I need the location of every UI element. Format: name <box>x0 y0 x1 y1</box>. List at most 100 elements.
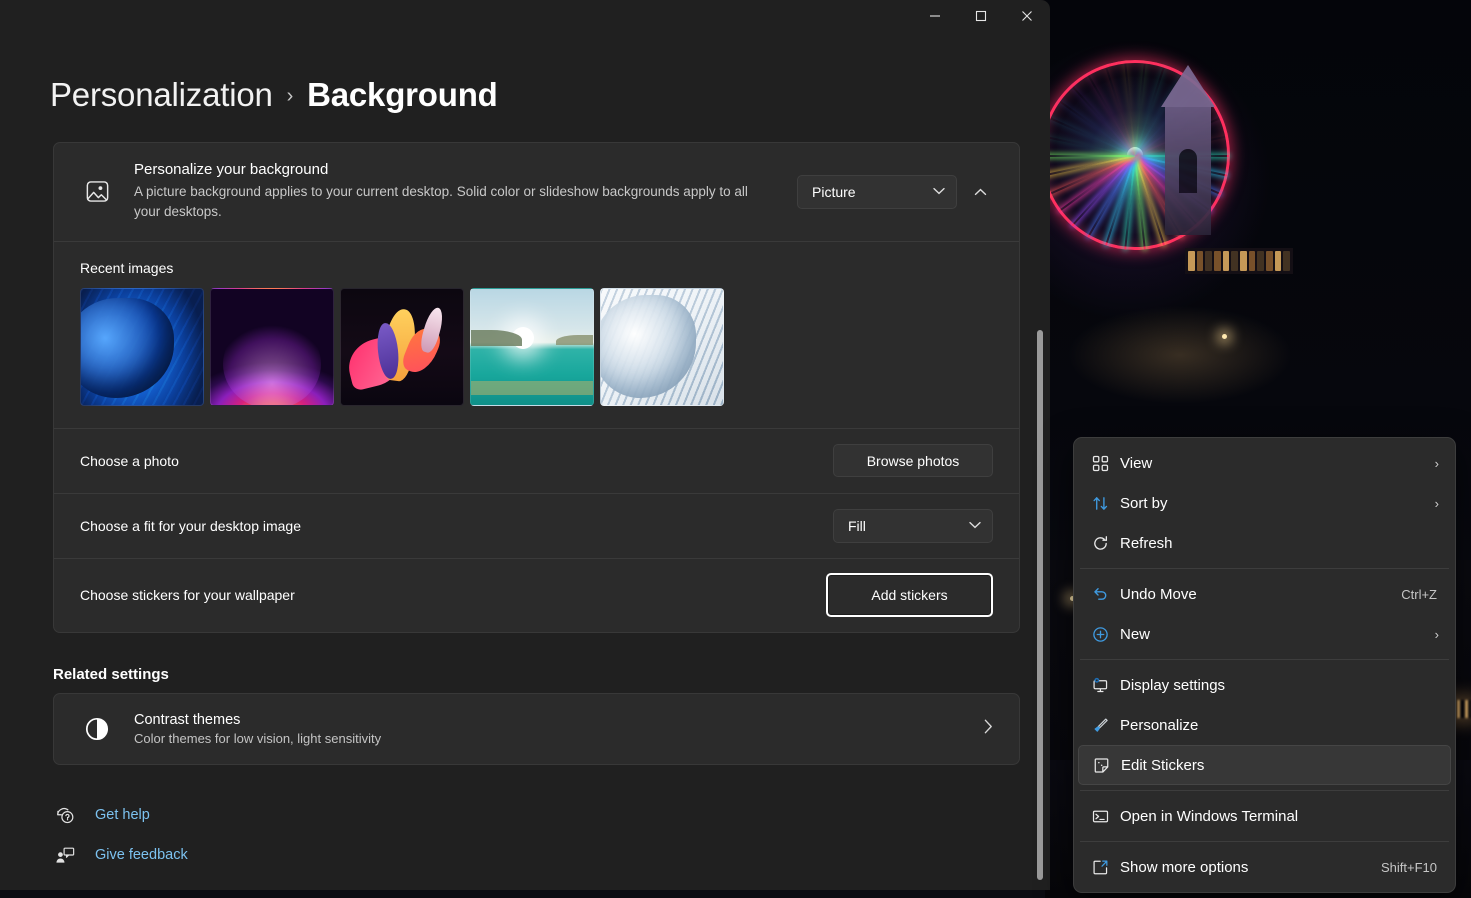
personalize-background-title: Personalize your background <box>134 161 777 178</box>
get-help-label: Get help <box>95 807 150 823</box>
plus-circle-icon <box>1092 626 1120 643</box>
expand-icon <box>1092 859 1120 876</box>
give-feedback-link[interactable]: Give feedback <box>53 835 1050 875</box>
menu-separator-2 <box>1080 659 1449 660</box>
choose-photo-label: Choose a photo <box>80 453 833 469</box>
choose-photo-row: Choose a photo Browse photos <box>54 429 1019 493</box>
page-title: Background <box>307 76 498 114</box>
menu-undo-move-label: Undo Move <box>1120 586 1401 603</box>
breadcrumb-parent[interactable]: Personalization <box>50 76 273 114</box>
thumb-glow-purple[interactable] <box>210 288 334 406</box>
paintbrush-icon <box>1092 717 1120 734</box>
browse-photos-label: Browse photos <box>867 453 960 469</box>
contrast-themes-subtitle: Color themes for low vision, light sensi… <box>134 731 984 746</box>
settings-content: Personalization › Background Personalize… <box>0 48 1050 890</box>
browse-photos-button[interactable]: Browse photos <box>833 444 993 477</box>
menu-edit-stickers[interactable]: Edit Stickers <box>1078 745 1451 785</box>
terminal-icon <box>1092 808 1120 825</box>
thumb-bloom-blue[interactable] <box>80 288 204 406</box>
vertical-scrollbar[interactable] <box>1033 0 1047 890</box>
menu-show-more-options-accelerator: Shift+F10 <box>1381 860 1437 875</box>
personalize-background-text: Personalize your background A picture ba… <box>134 161 797 223</box>
recent-images-list <box>80 288 993 406</box>
menu-undo-move-accelerator: Ctrl+Z <box>1401 587 1437 602</box>
submenu-chevron-icon: › <box>1435 496 1439 511</box>
add-stickers-label: Add stickers <box>871 587 947 603</box>
menu-display-settings-label: Display settings <box>1120 677 1439 694</box>
contrast-themes-item[interactable]: Contrast themes Color themes for low vis… <box>53 693 1020 765</box>
menu-edit-stickers-label: Edit Stickers <box>1121 757 1438 774</box>
menu-new-label: New <box>1120 626 1435 643</box>
maximize-button[interactable] <box>958 0 1004 32</box>
submenu-chevron-icon: › <box>1435 627 1439 642</box>
title-bar[interactable] <box>0 0 1050 48</box>
background-settings-card: Personalize your background A picture ba… <box>53 142 1020 633</box>
grid-icon <box>1092 455 1120 472</box>
menu-sort-by-label: Sort by <box>1120 495 1435 512</box>
chevron-right-icon <box>984 719 993 739</box>
thumb-lake-sunrise[interactable] <box>470 288 594 406</box>
choose-stickers-label: Choose stickers for your wallpaper <box>80 587 826 603</box>
undo-icon <box>1092 586 1120 603</box>
ferris-wheel-spoke <box>1071 85 1135 156</box>
fit-dropdown-value: Fill <box>848 518 866 534</box>
recent-images-section: Recent images <box>54 242 1019 428</box>
ferris-wheel-spoke <box>1041 155 1135 157</box>
menu-show-more-options[interactable]: Show more options Shift+F10 <box>1078 847 1451 887</box>
background-type-dropdown[interactable]: Picture <box>797 175 957 209</box>
streetlamp-3 <box>1222 334 1227 339</box>
contrast-themes-text: Contrast themes Color themes for low vis… <box>134 712 984 746</box>
personalize-background-row: Personalize your background A picture ba… <box>54 143 1019 241</box>
breadcrumb: Personalization › Background <box>0 48 1050 114</box>
related-settings-title: Related settings <box>53 666 1050 683</box>
get-help-link[interactable]: Get help <box>53 795 1050 835</box>
choose-fit-row: Choose a fit for your desktop image Fill <box>54 494 1019 558</box>
menu-sort-by[interactable]: Sort by › <box>1078 483 1451 523</box>
menu-view[interactable]: View › <box>1078 443 1451 483</box>
chevron-down-icon <box>933 186 945 198</box>
settings-window: Personalization › Background Personalize… <box>0 0 1050 890</box>
tower-window <box>1179 149 1197 193</box>
lit-building-decoration <box>1185 248 1293 274</box>
menu-display-settings[interactable]: Display settings <box>1078 665 1451 705</box>
menu-open-terminal[interactable]: Open in Windows Terminal <box>1078 796 1451 836</box>
picture-icon <box>80 178 114 205</box>
menu-refresh-label: Refresh <box>1120 535 1439 552</box>
choose-stickers-row: Choose stickers for your wallpaper Add s… <box>54 559 1019 632</box>
menu-separator-3 <box>1080 790 1449 791</box>
minimize-button[interactable] <box>912 0 958 32</box>
give-feedback-label: Give feedback <box>95 847 188 863</box>
expand-collapse-button[interactable] <box>963 175 997 209</box>
thumb-flow-abstract[interactable] <box>340 288 464 406</box>
footer-links: Get help Give feedback <box>53 795 1050 875</box>
menu-refresh[interactable]: Refresh <box>1078 523 1451 563</box>
menu-show-more-options-label: Show more options <box>1120 859 1381 876</box>
personalize-background-subtitle: A picture background applies to your cur… <box>134 182 759 223</box>
chevron-down-icon <box>969 520 981 532</box>
sort-icon <box>1092 495 1120 512</box>
recent-images-label: Recent images <box>80 260 993 276</box>
add-stickers-button[interactable]: Add stickers <box>826 573 993 617</box>
sticker-icon <box>1093 757 1121 774</box>
scrollbar-thumb[interactable] <box>1037 330 1043 880</box>
monitor-gear-icon <box>1092 677 1120 694</box>
refresh-icon <box>1092 535 1120 552</box>
menu-open-terminal-label: Open in Windows Terminal <box>1120 808 1439 825</box>
choose-fit-label: Choose a fit for your desktop image <box>80 518 833 534</box>
breadcrumb-separator-icon: › <box>287 85 293 108</box>
menu-personalize-label: Personalize <box>1120 717 1439 734</box>
contrast-icon <box>80 716 114 742</box>
background-type-value: Picture <box>812 184 856 200</box>
church-tower-decoration <box>1165 105 1211 235</box>
menu-undo-move[interactable]: Undo Move Ctrl+Z <box>1078 574 1451 614</box>
feedback-icon <box>53 845 77 865</box>
menu-personalize[interactable]: Personalize <box>1078 705 1451 745</box>
menu-new[interactable]: New › <box>1078 614 1451 654</box>
desktop-context-menu: View › Sort by › Refresh Undo <box>1073 437 1456 893</box>
fit-dropdown[interactable]: Fill <box>833 509 993 543</box>
menu-separator-4 <box>1080 841 1449 842</box>
thumb-bloom-white[interactable] <box>600 288 724 406</box>
menu-view-label: View <box>1120 455 1435 472</box>
menu-separator-1 <box>1080 568 1449 569</box>
submenu-chevron-icon: › <box>1435 456 1439 471</box>
